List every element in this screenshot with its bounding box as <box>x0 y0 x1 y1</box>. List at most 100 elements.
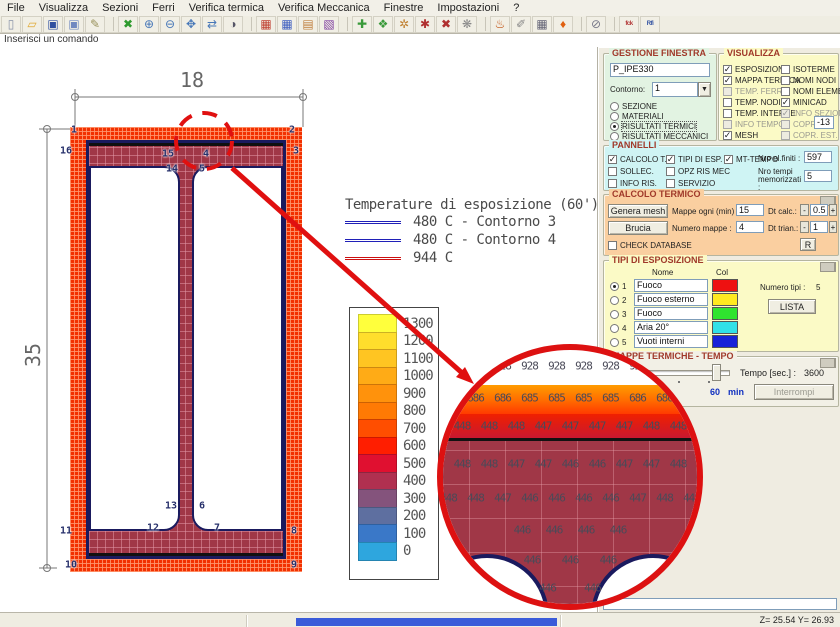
dt-trian-plus-button[interactable]: + <box>829 221 837 233</box>
checkbox[interactable]: ✓ <box>608 155 617 164</box>
copr-int-field[interactable]: -13 <box>814 116 834 129</box>
dt-trian-field[interactable]: 1 <box>810 221 828 233</box>
rfi-formula-icon[interactable]: Rfi <box>640 16 660 33</box>
mesh-refine-icon[interactable]: ▤ <box>298 16 318 33</box>
fck-formula-icon[interactable]: fck <box>619 16 639 33</box>
drawing-canvas[interactable]: 18 35 12163154145136127118109 Temperatur… <box>0 47 840 612</box>
checkbox-copr-est[interactable]: COPR. EST. <box>781 130 837 140</box>
add-node-icon[interactable]: ✚ <box>352 16 372 33</box>
renumber-icon[interactable]: ❋ <box>457 16 477 33</box>
checkbox[interactable] <box>781 65 790 74</box>
checkbox-isoterme[interactable]: ISOTERME <box>781 64 835 74</box>
checkbox-sollec[interactable]: SOLLEC. <box>608 166 654 176</box>
menu-visualizza[interactable]: Visualizza <box>32 1 95 15</box>
zoom-out-icon[interactable]: ⊖ <box>160 16 180 33</box>
zoom-in-icon[interactable]: ⊕ <box>139 16 159 33</box>
mesh-map-icon[interactable]: ▧ <box>319 16 339 33</box>
add-element-icon[interactable]: ✲ <box>394 16 414 33</box>
menu-ferri[interactable]: Ferri <box>145 1 182 15</box>
exposure-type-name-field[interactable]: Aria 20° <box>634 321 708 334</box>
exposure-type-color-swatch[interactable] <box>712 335 738 348</box>
numero-mappe-field[interactable]: 4 <box>736 221 764 233</box>
table-icon[interactable]: ▦ <box>532 16 552 33</box>
checkbox[interactable] <box>723 109 732 118</box>
radio-materiali[interactable]: MATERIALI <box>610 111 664 121</box>
exposure-type-radio[interactable] <box>610 324 619 333</box>
save-as-icon[interactable]: ▣ <box>64 16 84 33</box>
checkbox-opz-ris-mec[interactable]: OPZ RIS MEC <box>666 166 730 176</box>
checkbox-mesh[interactable]: ✓MESH <box>723 130 758 140</box>
menu-verifica-meccanica[interactable]: Verifica Meccanica <box>271 1 377 15</box>
checkbox-temp-ferri[interactable]: TEMP. FERRI <box>723 86 785 96</box>
disable-draw-icon[interactable]: ⊘ <box>586 16 606 33</box>
radio-button[interactable] <box>610 112 619 121</box>
r-button[interactable]: R <box>800 238 816 251</box>
checkbox[interactable] <box>781 131 790 140</box>
panel-scroll-widget[interactable] <box>820 358 836 368</box>
checkbox[interactable] <box>781 120 790 129</box>
checkbox[interactable]: ✓ <box>723 65 732 74</box>
fire-icon[interactable]: ♦ <box>553 16 573 33</box>
checkbox[interactable]: ✓ <box>723 131 732 140</box>
dt-calc-field[interactable]: 0.5 <box>810 204 828 216</box>
dt-trian-minus-button[interactable]: - <box>800 221 809 233</box>
delete-element-icon[interactable]: ✖ <box>436 16 456 33</box>
checkbox-temp-nodi[interactable]: TEMP. NODI <box>723 97 781 107</box>
checkbox[interactable] <box>608 179 617 188</box>
menu-verifica-termica[interactable]: Verifica termica <box>182 1 271 15</box>
save-icon[interactable]: ▣ <box>43 16 63 33</box>
mappe-ogni-field[interactable]: 15 <box>736 204 764 216</box>
lista-button[interactable]: LISTA <box>768 299 816 314</box>
checkbox[interactable]: ✓ <box>781 109 790 118</box>
checkbox[interactable] <box>781 76 790 85</box>
checkbox[interactable] <box>781 87 790 96</box>
checkbox-info-tempo[interactable]: INFO TEMPO <box>723 119 785 129</box>
exposure-type-name-field[interactable]: Fuoco <box>634 279 708 292</box>
open-folder-icon[interactable]: ▱ <box>22 16 42 33</box>
radio-sezione[interactable]: SEZIONE <box>610 101 657 111</box>
interrompi-button[interactable]: Interrompi <box>754 384 834 400</box>
exposure-type-radio[interactable] <box>610 296 619 305</box>
chevron-down-icon[interactable]: ▼ <box>698 82 711 97</box>
checkbox-nomi-nodi[interactable]: NOMI NODI <box>781 75 836 85</box>
exposure-type-radio[interactable] <box>610 310 619 319</box>
exposure-type-color-swatch[interactable] <box>712 293 738 306</box>
checkbox-calcolo-t[interactable]: ✓CALCOLO T. <box>608 154 667 164</box>
checkbox[interactable] <box>723 98 732 107</box>
redraw-icon[interactable]: ⇄ <box>202 16 222 33</box>
window-name-field[interactable]: P_IPE330 <box>610 63 710 77</box>
exposure-type-name-field[interactable]: Fuoco idrocarburi <box>634 307 708 320</box>
exposure-type-color-swatch[interactable] <box>712 321 738 334</box>
exposure-type-color-swatch[interactable] <box>712 279 738 292</box>
exposure-type-radio[interactable] <box>610 282 619 291</box>
checkbox[interactable]: ✓ <box>723 76 732 85</box>
checkbox[interactable]: ✓ <box>724 155 733 164</box>
time-slider-handle[interactable] <box>712 364 721 381</box>
checkbox-tipi-di-esp[interactable]: ✓TIPI DI ESP. <box>666 154 722 164</box>
checkbox-minicad[interactable]: ✓MINICAD <box>781 97 827 107</box>
new-file-icon[interactable]: ▯ <box>1 16 21 33</box>
shade-icon[interactable]: ◑ <box>223 16 243 33</box>
checkbox[interactable] <box>723 87 732 96</box>
dt-calc-minus-button[interactable]: - <box>800 204 809 216</box>
checkbox[interactable] <box>666 167 675 176</box>
menu-finestre[interactable]: Finestre <box>377 1 431 15</box>
brucia-button[interactable]: Brucia <box>608 221 668 235</box>
dt-calc-plus-button[interactable]: + <box>829 204 837 216</box>
thermal-load-icon[interactable]: ♨ <box>490 16 510 33</box>
edit-sheet-icon[interactable]: ✎ <box>85 16 105 33</box>
mesh-tri-icon[interactable]: ▦ <box>277 16 297 33</box>
menu-sezioni[interactable]: Sezioni <box>95 1 145 15</box>
no-edit-icon[interactable]: ✐ <box>511 16 531 33</box>
radio-button[interactable] <box>610 122 619 131</box>
pan-icon[interactable]: ✥ <box>181 16 201 33</box>
genera-mesh-button[interactable]: Genera mesh <box>608 204 668 218</box>
mesh-quad-icon[interactable]: ▦ <box>256 16 276 33</box>
checkbox[interactable] <box>666 179 675 188</box>
exposure-type-radio[interactable] <box>610 338 619 347</box>
move-node-icon[interactable]: ❖ <box>373 16 393 33</box>
radio-button[interactable] <box>610 102 619 111</box>
checkbox[interactable]: ✓ <box>781 98 790 107</box>
check-database-row[interactable]: CHECK DATABASE <box>608 240 692 250</box>
exposure-type-color-swatch[interactable] <box>712 307 738 320</box>
